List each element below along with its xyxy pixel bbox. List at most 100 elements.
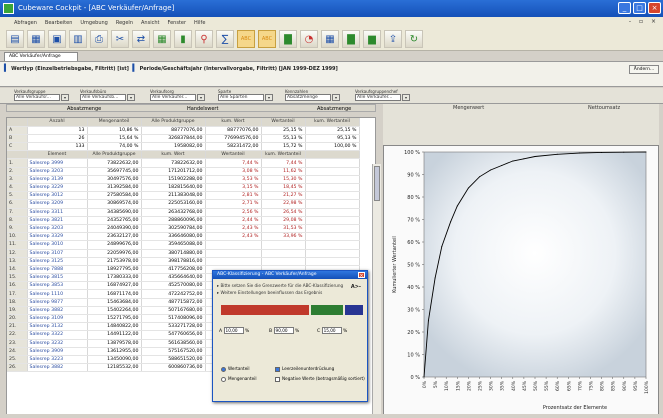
filter-wertlyp[interactable]: Wertlyp (Einzelbetriebsgabe, Filtritt) [… [11,66,129,72]
refresh-icon[interactable]: ↻ [405,30,423,48]
new-report-icon[interactable]: ▤ [6,30,24,48]
menu-item-1[interactable]: Bearbeiten [45,20,72,26]
abc-active-icon[interactable]: ABC [258,30,276,48]
class-c-input[interactable]: 15,00 [321,327,342,334]
table-row[interactable]: 9. Salesrep 3203 24049390,00 302590784,00 2,… [7,224,360,234]
table-row[interactable]: 1. Salesrep 3999 73822632,00 73822632,00 7,4… [7,158,360,168]
opt-leerzeilen[interactable]: Leerzeilenunterdrückung [275,366,334,372]
table-row[interactable]: A 13 10,86 % 88777076,00 88777076,00 25,15 % 2… [7,126,360,135]
filter-periode[interactable]: Periode/Geschäftsjahr (Intervallvorgabe,… [140,66,338,72]
print-icon[interactable]: ⎙ [90,30,108,48]
table-row[interactable]: 13. Salesrep 3125 21753978,00 398178816,00 [7,257,360,266]
cell: 33,96 % [261,232,306,242]
column-header: Wertanteil [261,118,306,127]
chevron-down-icon[interactable]: ▾ [197,94,205,101]
cell: Salesrep 3232 [27,339,88,348]
bar-chart-icon[interactable]: ▇ [279,30,297,48]
cell: 472242752,00 [141,289,206,299]
mdi-controls[interactable]: - ▫ × [629,18,659,25]
cell: 452570080,00 [141,281,206,291]
cell: 74,00 % [87,142,142,152]
table-row[interactable]: 10. Salesrep 3329 23632127,00 336646080,00 2… [7,232,360,242]
table-row[interactable]: 8. Salesrep 3821 24352765,00 288860096,00 2,… [7,216,360,225]
combo-select[interactable]: Alle Verkaufsb... [80,94,126,101]
chevron-down-icon[interactable]: ▾ [332,94,340,101]
cell: 16. [7,281,28,291]
save-icon[interactable]: ▣ [48,30,66,48]
chevron-down-icon[interactable]: ▾ [265,94,273,101]
dialog-close-button[interactable]: × [358,272,365,279]
table-row[interactable]: 3. Salesrep 3139 30497576,00 151902288,00 3,… [7,175,360,185]
opt-wertanteil[interactable]: Wertanteil [221,366,250,372]
pie-chart-icon[interactable]: ◔ [300,30,318,48]
cut-icon[interactable]: ✂ [111,30,129,48]
menu-item-2[interactable]: Umgebung [80,20,107,26]
header-row[interactable]: Element Alle Produktgruppe kum. Wert Wertan… [7,150,360,160]
combo-select[interactable]: Alle Sparten [218,94,264,101]
pivot-icon[interactable]: ⇄ [132,30,150,48]
cell [305,208,360,217]
cell: 3,53 % [205,175,262,185]
menu-item-5[interactable]: Fenster [167,20,186,26]
grid-table-icon[interactable]: ▦ [153,30,171,48]
table-row[interactable]: 6. Salesrep 3209 30869574,00 225053160,00 2,… [7,199,360,209]
chevron-down-icon[interactable]: ▾ [127,94,135,101]
status-bar [0,414,663,418]
filter-bar: ▍ Wertlyp (Einzelbetriebsgabe, Filtritt)… [0,61,663,87]
curve-point [623,151,625,153]
class-a-input[interactable]: 10,00 [223,327,244,334]
maximize-button[interactable]: □ [633,2,646,14]
chart-bars-icon[interactable]: ▇ [342,30,360,48]
cell: 13879578,00 [87,339,142,348]
scroll-thumb[interactable] [374,166,380,201]
dialog-line1: ▸ Bitte setzen Sie die Grenzwerte für di… [217,283,344,288]
chart-icon[interactable]: ▮ [174,30,192,48]
cell: 1. [7,158,28,168]
save-as-icon[interactable]: ▥ [69,30,87,48]
opt-negative[interactable]: Negative Werte (betragsmäßig sortiert) [275,376,365,382]
table-row[interactable]: B 26 15,64 % 326837844,00 776994576,00 55,13 … [7,134,360,144]
combo-select[interactable]: Absatzmenge [285,94,331,101]
header-row[interactable]: Anzahl Mengenanteil Alle Produktgruppe kum.… [7,118,360,127]
cell: 263432768,00 [141,208,206,217]
table-row[interactable]: 12. Salesrep 3107 22059976,00 380714880,00 [7,249,360,258]
chevron-down-icon[interactable]: ▾ [402,94,410,101]
abc-analysis-icon[interactable]: ABC [237,30,255,48]
calculator-icon[interactable]: ∑ [216,30,234,48]
close-button[interactable]: × [648,2,661,14]
change-button[interactable]: Ändern... [629,65,659,74]
class-a-bar[interactable] [221,305,309,315]
combo-select[interactable]: Alle Verkaufsr... [14,94,60,101]
minimize-button[interactable]: _ [618,2,631,14]
tab-abc-report[interactable]: ABC Verkäufer/Anfrage [4,52,78,61]
curve-point [434,277,436,279]
table-row[interactable]: C 133 74,00 % 1958082,00 58231472,00 15,72 % 1… [7,142,360,152]
matrix-icon[interactable]: ▦ [321,30,339,48]
combo-select[interactable]: Alle Verkäufer... [150,94,196,101]
table-row[interactable]: 2. Salesrep 3203 35697745,00 171201712,00 3,… [7,167,360,176]
class-b-input[interactable]: 90,00 [273,327,294,334]
menu-item-3[interactable]: Regeln [116,20,133,26]
chart-columns-icon[interactable]: ▆ [363,30,381,48]
table-row[interactable]: 4. Salesrep 3229 31392584,00 182815640,00 3,… [7,183,360,193]
vertical-scrollbar[interactable] [372,164,381,415]
table-row[interactable]: 7. Salesrep 3311 34385690,00 263432768,00 2,… [7,208,360,217]
cell: 2,44 % [205,216,262,225]
table-row[interactable]: 11. Salesrep 3010 24899676,00 359465088,00 [7,240,360,250]
cell: 4. [7,183,28,193]
export-icon[interactable]: ⇪ [384,30,402,48]
open-folder-icon[interactable]: ▦ [27,30,45,48]
opt-mengenanteil[interactable]: Mengenanteil [221,376,257,382]
checkbox-icon [275,376,280,382]
cell: 15271795,00 [87,314,142,324]
menu-item-0[interactable]: Abfragen [14,20,37,26]
menu-item-6[interactable]: Hilfe [194,20,205,26]
combo-select[interactable]: Alle Verkaufer... [355,94,401,101]
chevron-down-icon[interactable]: ▾ [61,94,69,101]
table-row[interactable]: 5. Salesrep 3012 27580584,00 211383048,00 2,… [7,191,360,201]
x-tick-label: 35% [500,380,506,391]
filter-icon[interactable]: ⚲ [195,30,213,48]
menu-item-4[interactable]: Ansicht [141,20,159,26]
class-c-bar[interactable] [345,305,363,315]
class-b-bar[interactable] [311,305,343,315]
